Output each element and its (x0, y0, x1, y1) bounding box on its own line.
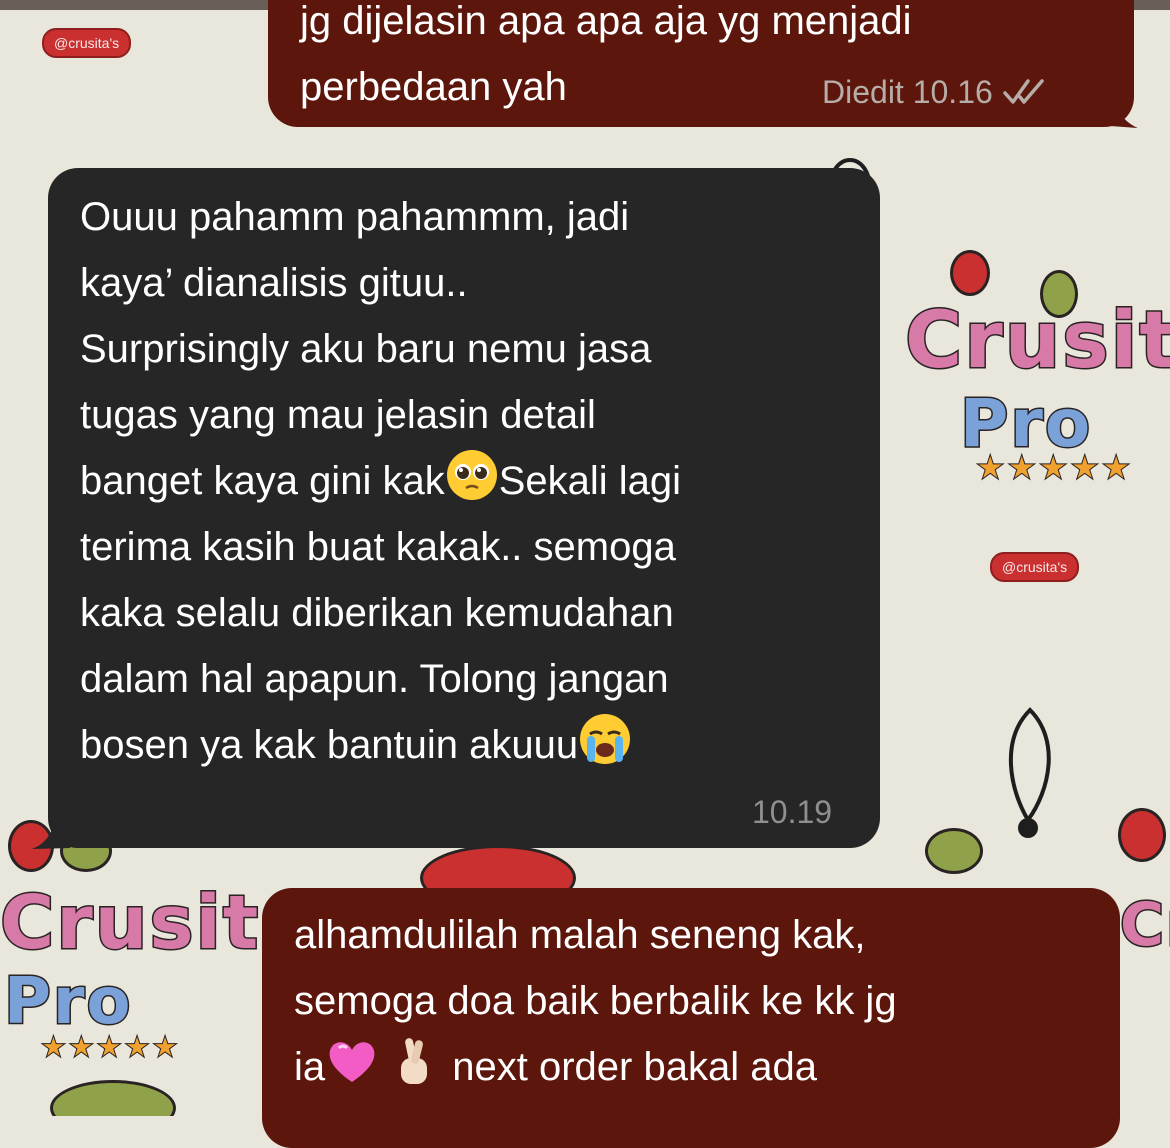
double-check-icon (1002, 79, 1044, 104)
wallpaper-sticker: @crusita's (42, 28, 132, 58)
incoming-message-bubble[interactable]: Ouuu pahamm pahammm, jadi kaya’ dianalis… (48, 168, 880, 848)
crossed-fingers-icon (401, 1038, 428, 1084)
message-text-segment: ia (294, 1045, 326, 1089)
bubble-tail (32, 815, 70, 849)
message-text-line: Ouuu pahamm pahammm, jadi (80, 195, 630, 239)
message-text-line: Surprisingly aku baru nemu jasa (80, 327, 652, 371)
wallpaper-brand-word: Crusit (0, 879, 261, 968)
edited-label: Diedit (822, 74, 904, 110)
pink-heart-icon (329, 1042, 375, 1082)
outgoing-message-bubble[interactable]: alhamdulilah malah seneng kak, semoga do… (262, 888, 1120, 1148)
wallpaper-stars: ★★★★★ (974, 448, 1133, 489)
message-text-segment: bosen ya kak bantuin akuuu (80, 723, 579, 767)
message-text-line: dalam hal apapun. Tolong jangan (80, 657, 669, 701)
pleading-face-icon (446, 450, 497, 500)
strawberry-sticker (950, 250, 990, 296)
message-text-segment: banget kaya gini kak (80, 459, 445, 503)
message-text-line: ia next order bakal ada (294, 1034, 1120, 1100)
message-text-line: terima kasih buat kakak.. semoga (80, 525, 676, 569)
message-text-line: banget kaya gini kak Sekali lagi (80, 448, 880, 514)
wallpaper-brand-word: Crusit (1118, 889, 1170, 962)
strawberry-sticker (1118, 808, 1166, 862)
leaf-sticker (925, 828, 983, 874)
message-text-line: tugas yang mau jelasin detail (80, 393, 596, 437)
wallpaper-brand-word: Crusit (904, 295, 1170, 388)
message-meta: Diedit 10.16 (822, 74, 1048, 110)
message-text-line: bosen ya kak bantuin akuuu (80, 712, 880, 778)
leaf-sticker (50, 1080, 176, 1116)
wallpaper-stars: ★★★★★ (39, 1030, 180, 1066)
outgoing-message-bubble[interactable]: jg dijelasin apa apa aja yg menjadi perb… (268, 0, 1134, 127)
message-text-line: kaya’ dianalisis gituu.. (80, 261, 468, 305)
message-text-line: kaka selalu diberikan kemudahan (80, 591, 674, 635)
bubble-tail (1110, 100, 1138, 128)
keychain-strap-decoration (1009, 707, 1051, 838)
message-text-segment: next order bakal ada (441, 1045, 817, 1089)
message-text-segment: Sekali lagi (498, 459, 682, 503)
message-text-line: alhamdulilah malah seneng kak, (294, 913, 866, 957)
message-text-line: jg dijelasin apa apa aja yg menjadi (300, 0, 912, 43)
message-time: 10.19 (752, 794, 833, 830)
loudly-crying-face-icon (580, 714, 631, 764)
wallpaper-brand-word: Pro (2, 964, 133, 1041)
wallpaper-sticker: @crusita's (990, 552, 1080, 582)
message-text-line: semoga doa baik berbalik ke kk jg (294, 979, 897, 1023)
message-time: 10.16 (912, 74, 993, 110)
